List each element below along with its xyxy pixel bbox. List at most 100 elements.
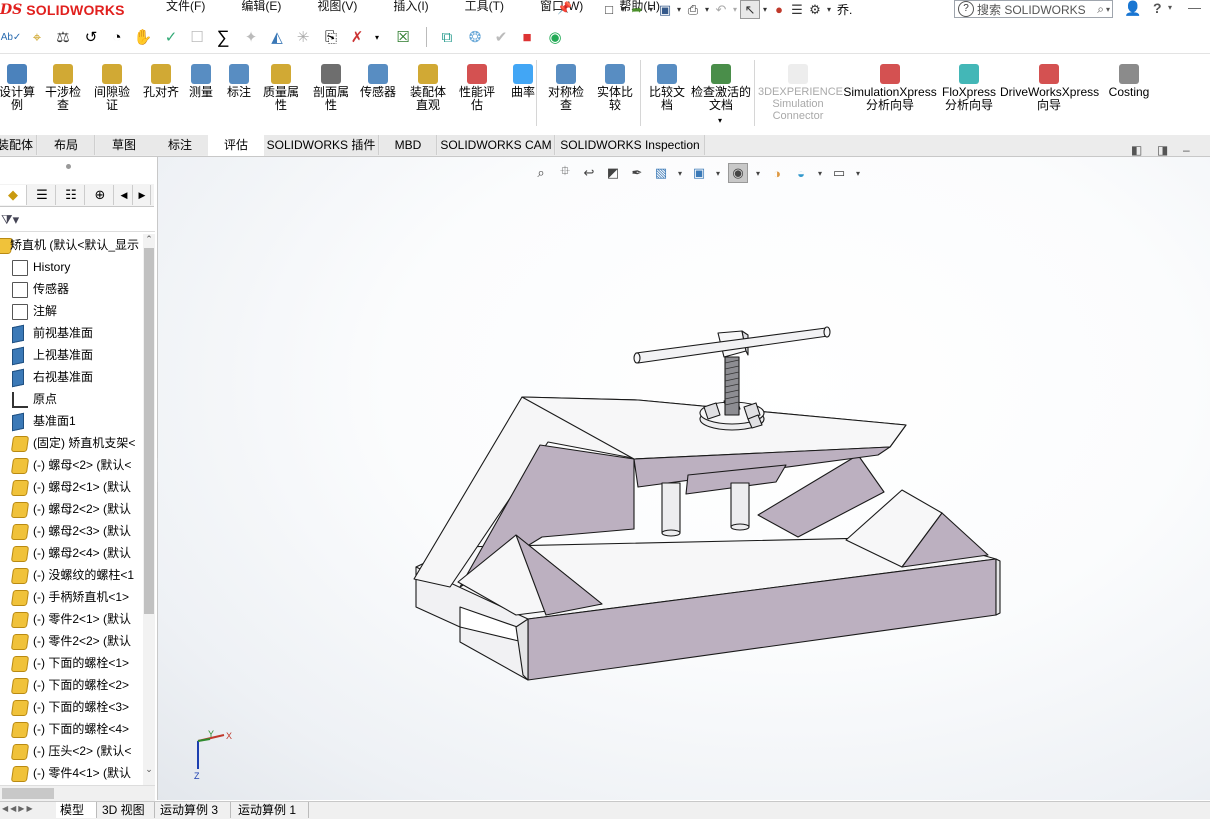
command-tab[interactable]: 草图 — [96, 135, 153, 155]
feature-tree-tab-icon[interactable]: ◆ — [0, 185, 27, 205]
minimize-doc-icon[interactable]: – — [1183, 143, 1190, 157]
tree-item[interactable]: 右视基准面 — [0, 366, 142, 388]
graphics-area[interactable]: ⌕ ⯐ ↩ ◩ ✒ ▧ ▾ ▣ ▾ ◉ ▾ ◑ ◒ ▾ ▭ ▾ X Y Z — [158, 157, 1210, 800]
tree-item[interactable]: (-) 压头<2> (默认< — [0, 740, 142, 762]
ribbon-command[interactable]: 检查激活的文档 — [690, 64, 752, 112]
base-plate-end[interactable] — [995, 558, 1001, 616]
curve-icon[interactable]: ↺ — [80, 26, 102, 48]
dropdown-arrow-icon[interactable]: ▾ — [1168, 3, 1172, 12]
ribbon-command[interactable]: 剖面属性 — [308, 64, 354, 112]
menu-item[interactable]: 文件(F) — [148, 0, 223, 19]
undo-icon[interactable]: ↶ — [712, 1, 730, 18]
command-tab[interactable]: 布局 — [38, 135, 95, 155]
tree-item[interactable]: 传感器 — [0, 278, 142, 300]
ribbon-command[interactable]: FloXpress 分析向导 — [940, 64, 998, 112]
bottom-tab[interactable]: 运动算例 3 — [156, 802, 231, 818]
menu-item[interactable]: 插入(I) — [375, 0, 446, 19]
minimize-icon[interactable]: — — [1188, 0, 1201, 15]
ribbon-command[interactable]: 传感器 — [356, 64, 400, 99]
feature-tree-scrollbar[interactable]: ⌃ ⌄ — [143, 234, 155, 790]
command-tab[interactable]: 标注 — [152, 135, 209, 155]
pillar-right[interactable] — [730, 482, 750, 528]
ribbon-command[interactable]: 3DEXPERIENCE Simulation Connector — [758, 64, 843, 122]
tree-item[interactable]: (-) 下面的螺栓<1> — [0, 652, 142, 674]
ribbon-command[interactable]: 设计算例 — [0, 64, 40, 112]
property-manager-tab-icon[interactable]: ☰ — [29, 185, 56, 205]
ribbon-command[interactable]: Costing — [1104, 64, 1154, 99]
tree-item[interactable]: 前视基准面 — [0, 322, 142, 344]
dropdown-arrow-icon[interactable]: ▾ — [372, 26, 382, 48]
ribbon-command[interactable]: 实体比较 — [592, 64, 638, 112]
tree-item[interactable]: 基准面1 — [0, 410, 142, 432]
export-check-icon[interactable]: ☒ — [392, 26, 414, 48]
scroll-down-icon[interactable]: ⌄ — [143, 764, 155, 776]
ribbon-command[interactable]: 质量属性 — [260, 64, 302, 112]
command-tab[interactable]: SOLIDWORKS Inspection — [556, 135, 705, 155]
ribbon-command[interactable]: 装配体直观 — [406, 64, 450, 112]
sigma-icon[interactable]: ∑ — [212, 26, 234, 48]
menu-item[interactable]: 工具(T) — [447, 0, 522, 19]
screw-shaft[interactable] — [724, 356, 740, 416]
ribbon-command[interactable]: 比较文档 — [644, 64, 690, 112]
tree-root-item[interactable]: 矫直机 (默认<默认_显示 — [0, 234, 142, 256]
tab-scroll-left-icon[interactable]: ◀ — [116, 185, 133, 205]
spell-check-icon[interactable]: Ab✓ — [0, 26, 22, 48]
check-x-icon[interactable]: ✗ — [346, 26, 368, 48]
scrollbar-thumb[interactable] — [144, 248, 154, 614]
dropdown-arrow-icon[interactable]: ▾ — [674, 1, 684, 18]
select-pointer-icon[interactable]: ↖ — [740, 0, 760, 19]
stop-square-icon[interactable]: ■ — [516, 26, 538, 48]
hscroll-thumb[interactable] — [2, 788, 54, 799]
menu-item[interactable]: 编辑(E) — [223, 0, 299, 19]
ribbon-command[interactable]: 标注 — [224, 64, 254, 99]
link-icon[interactable]: ✦ — [240, 26, 262, 48]
rebuild-icon[interactable]: ● — [770, 1, 788, 18]
tree-item[interactable]: (-) 手柄矫直机<1> — [0, 586, 142, 608]
dropdown-arrow-icon[interactable]: ▾ — [646, 1, 656, 18]
tree-item[interactable]: (-) 下面的螺栓<3> — [0, 696, 142, 718]
tree-item[interactable]: 原点 — [0, 388, 142, 410]
config-manager-tab-icon[interactable]: ☷ — [58, 185, 85, 205]
new-document-icon[interactable]: □ — [600, 1, 618, 18]
tree-item[interactable]: (-) 零件4<1> (默认 — [0, 762, 142, 784]
bottom-tab[interactable]: 模型 — [56, 802, 97, 818]
file-properties-icon[interactable]: ☰ — [788, 1, 806, 18]
ribbon-command[interactable]: 干涉检查 — [40, 64, 86, 112]
tile-right-icon[interactable]: ◨ — [1157, 143, 1168, 157]
scale-icon[interactable]: ⚖ — [52, 26, 74, 48]
command-tab[interactable]: 装配体 — [0, 135, 37, 155]
check-shield-icon[interactable]: ✓ — [160, 26, 182, 48]
web-globe-icon[interactable]: ◉ — [544, 26, 566, 48]
command-tab[interactable]: SOLIDWORKS CAM — [438, 135, 555, 155]
motion-icon[interactable]: ❂ — [464, 26, 486, 48]
print-icon[interactable]: ⎙ — [684, 1, 702, 18]
help-icon[interactable]: ? — [1153, 0, 1162, 16]
hand-icon[interactable]: ✋ — [132, 26, 154, 48]
ribbon-command[interactable]: 间隙验证 — [90, 64, 134, 112]
symmetry-small-icon[interactable]: ◭ — [266, 26, 288, 48]
scroll-up-icon[interactable]: ⌃ — [143, 234, 155, 246]
bottom-tab[interactable]: 运动算例 1 — [234, 802, 309, 818]
tree-item[interactable]: (-) 螺母2<1> (默认 — [0, 476, 142, 498]
search-icon[interactable]: ⌕ — [1097, 2, 1104, 17]
tree-item[interactable]: (-) 下面的螺栓<2> — [0, 674, 142, 696]
dimxpert-tab-icon[interactable]: ⊕ — [87, 185, 114, 205]
tree-item[interactable]: (-) 下面的螺栓<4> — [0, 718, 142, 740]
search-input[interactable]: 搜索 SOLIDWORKS — [977, 1, 1097, 18]
panel-grip-handle[interactable] — [66, 164, 71, 169]
pin-menu-icon[interactable]: 📌 — [557, 1, 572, 15]
search-box[interactable]: ? 搜索 SOLIDWORKS ⌕ ▾ — [954, 0, 1113, 18]
tree-item[interactable]: 注解 — [0, 300, 142, 322]
tree-item[interactable]: (-) 螺母2<3> (默认 — [0, 520, 142, 542]
save-icon[interactable]: ▣ — [656, 1, 674, 18]
tree-item[interactable]: (固定) 矫直机支架< — [0, 432, 142, 454]
ribbon-command[interactable]: DriveWorksXpress 向导 — [1000, 64, 1099, 112]
command-tab[interactable]: 评估 — [208, 135, 265, 156]
measure-tool-icon[interactable]: ⌖ — [26, 26, 48, 48]
bottom-tab[interactable]: 3D 视图 — [98, 802, 155, 818]
tree-item[interactable]: (-) 没螺纹的螺柱<1 — [0, 564, 142, 586]
dropdown-arrow-icon[interactable]: ▾ — [618, 1, 628, 18]
disabled-shield-icon[interactable]: ☐ — [186, 26, 208, 48]
menu-item[interactable]: 视图(V) — [299, 0, 375, 19]
tree-item[interactable]: (-) 零件2<2> (默认 — [0, 630, 142, 652]
